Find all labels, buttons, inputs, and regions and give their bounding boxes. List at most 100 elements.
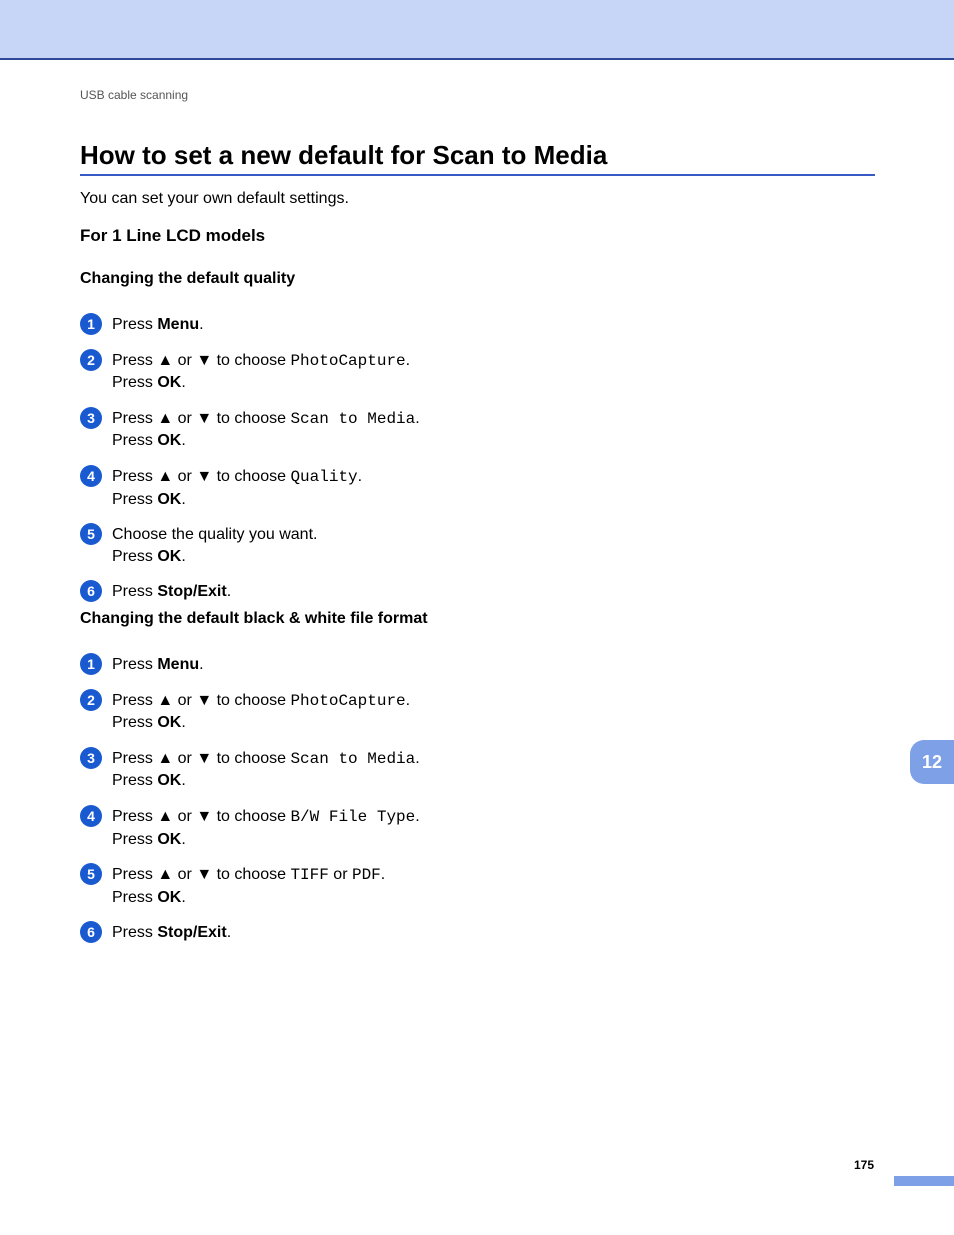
t: . xyxy=(406,352,410,369)
t: . xyxy=(358,468,362,485)
t: Press xyxy=(112,352,157,369)
t: . xyxy=(381,866,385,883)
t: . xyxy=(199,316,203,333)
step: 6 Press Stop/Exit. xyxy=(80,922,870,944)
t: Choose the quality you want. xyxy=(112,526,317,543)
t: to choose xyxy=(212,352,290,369)
t: . xyxy=(415,808,419,825)
t: Press xyxy=(112,924,157,941)
t: or xyxy=(173,352,196,369)
t: . xyxy=(181,432,185,449)
step: 2 Press ▲ or ▼ to choose PhotoCapture. P… xyxy=(80,690,870,734)
up-arrow-icon: ▲ xyxy=(157,692,173,709)
step-body: Choose the quality you want. Press OK. xyxy=(112,524,317,567)
page-title: How to set a new default for Scan to Med… xyxy=(80,140,607,171)
t: OK xyxy=(157,374,181,391)
t: OK xyxy=(157,714,181,731)
t: OK xyxy=(157,491,181,508)
t: . xyxy=(199,656,203,673)
mono: PDF xyxy=(352,866,381,884)
step: 5 Choose the quality you want. Press OK. xyxy=(80,524,870,567)
step: 1 Press Menu. xyxy=(80,654,870,676)
t: Press xyxy=(112,808,157,825)
t: Press xyxy=(112,491,157,508)
t: Press xyxy=(112,374,157,391)
up-arrow-icon: ▲ xyxy=(157,808,173,825)
page-number: 175 xyxy=(854,1158,874,1172)
step: 4 Press ▲ or ▼ to choose B/W File Type. … xyxy=(80,806,870,850)
down-arrow-icon: ▼ xyxy=(196,866,212,883)
t: to choose xyxy=(212,468,290,485)
up-arrow-icon: ▲ xyxy=(157,750,173,767)
t: or xyxy=(173,750,196,767)
title-rule xyxy=(80,174,875,176)
step-bullet: 5 xyxy=(80,863,102,885)
t: Press xyxy=(112,889,157,906)
steps-section-a: 1 Press Menu. 2 Press ▲ or ▼ to choose P… xyxy=(80,300,870,603)
t: to choose xyxy=(212,866,290,883)
t: Press xyxy=(112,714,157,731)
steps-section-b: 1 Press Menu. 2 Press ▲ or ▼ to choose P… xyxy=(80,640,870,944)
t: . xyxy=(406,692,410,709)
t: . xyxy=(181,374,185,391)
t: or xyxy=(173,468,196,485)
intro-text: You can set your own default settings. xyxy=(80,190,349,208)
t: . xyxy=(415,410,419,427)
step-bullet: 6 xyxy=(80,580,102,602)
t: . xyxy=(227,924,231,941)
header-rule xyxy=(0,58,954,60)
t: . xyxy=(181,889,185,906)
section-tab: 12 xyxy=(910,740,954,784)
step-bullet: 2 xyxy=(80,689,102,711)
t: OK xyxy=(157,432,181,449)
step-body: Press ▲ or ▼ to choose TIFF or PDF. Pres… xyxy=(112,864,385,908)
t: to choose xyxy=(212,750,290,767)
step-bullet: 5 xyxy=(80,523,102,545)
t: . xyxy=(181,831,185,848)
step: 5 Press ▲ or ▼ to choose TIFF or PDF. Pr… xyxy=(80,864,870,908)
header-color-bar xyxy=(0,0,954,58)
t: OK xyxy=(157,772,181,789)
t: or xyxy=(173,866,196,883)
t: . xyxy=(415,750,419,767)
step-body: Press Menu. xyxy=(112,314,204,336)
t: OK xyxy=(157,889,181,906)
step-bullet: 3 xyxy=(80,407,102,429)
subheading-quality: Changing the default quality xyxy=(80,270,295,288)
t: to choose xyxy=(212,808,290,825)
t: to choose xyxy=(212,410,290,427)
step-bullet: 1 xyxy=(80,313,102,335)
step: 3 Press ▲ or ▼ to choose Scan to Media. … xyxy=(80,408,870,452)
mono: Scan to Media xyxy=(290,750,415,768)
t: OK xyxy=(157,831,181,848)
breadcrumb: USB cable scanning xyxy=(80,88,188,102)
step: 6 Press Stop/Exit. xyxy=(80,581,870,603)
down-arrow-icon: ▼ xyxy=(196,410,212,427)
step-body: Press Stop/Exit. xyxy=(112,922,231,944)
up-arrow-icon: ▲ xyxy=(157,468,173,485)
t: or xyxy=(173,808,196,825)
down-arrow-icon: ▼ xyxy=(196,808,212,825)
mono: PhotoCapture xyxy=(290,692,405,710)
step-bullet: 4 xyxy=(80,465,102,487)
step-bullet: 2 xyxy=(80,349,102,371)
t: Press xyxy=(112,750,157,767)
step-bullet: 4 xyxy=(80,805,102,827)
step: 3 Press ▲ or ▼ to choose Scan to Media. … xyxy=(80,748,870,792)
t: Stop/Exit xyxy=(157,924,226,941)
t: Press xyxy=(112,692,157,709)
step-body: Press ▲ or ▼ to choose PhotoCapture. Pre… xyxy=(112,350,410,394)
down-arrow-icon: ▼ xyxy=(196,750,212,767)
up-arrow-icon: ▲ xyxy=(157,410,173,427)
down-arrow-icon: ▼ xyxy=(196,692,212,709)
mono: PhotoCapture xyxy=(290,352,405,370)
t: . xyxy=(181,491,185,508)
t: Press xyxy=(112,583,157,600)
t: Press xyxy=(112,316,157,333)
t: OK xyxy=(157,548,181,565)
step-body: Press Stop/Exit. xyxy=(112,581,231,603)
step-body: Press ▲ or ▼ to choose Scan to Media. Pr… xyxy=(112,748,420,792)
t: . xyxy=(181,714,185,731)
step: 1 Press Menu. xyxy=(80,314,870,336)
step-body: Press ▲ or ▼ to choose B/W File Type. Pr… xyxy=(112,806,420,850)
